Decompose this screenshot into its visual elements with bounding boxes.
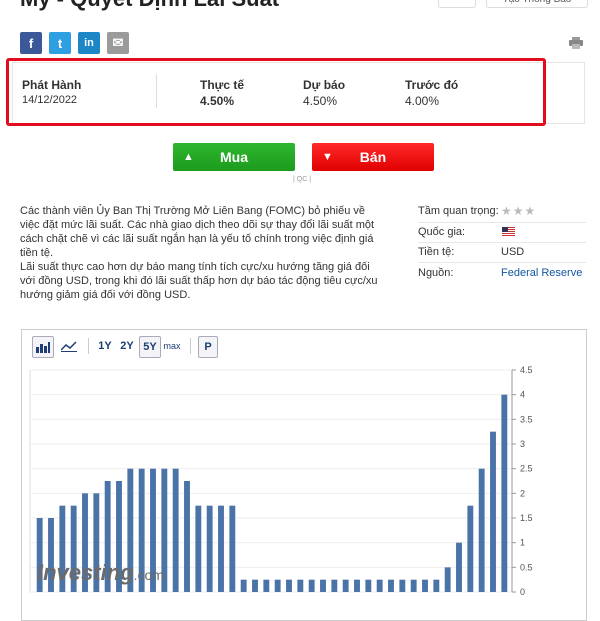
twitter-icon: t [57, 35, 63, 51]
bar[interactable] [195, 505, 202, 592]
sell-label: Bán [359, 149, 387, 165]
linkedin-share-button[interactable]: in [78, 32, 100, 54]
bar[interactable] [263, 579, 270, 592]
range-max-button[interactable]: max [161, 336, 183, 356]
bar[interactable] [286, 579, 292, 592]
y-tick-label: 3.5 [520, 414, 533, 424]
source-label: Nguồn: [418, 267, 454, 279]
create-alert-button[interactable]: Tạo Thông Báo [486, 0, 588, 8]
ad-label: | QC | [293, 176, 312, 183]
linkedin-icon: in [84, 37, 94, 49]
bar[interactable] [206, 505, 213, 592]
us-flag-icon [502, 227, 515, 236]
facebook-icon: f [28, 35, 34, 51]
description-paragraph-2: Lãi suất thực cao hơn dự báo mang tính t… [20, 261, 378, 301]
y-tick-label: 4.5 [520, 365, 533, 375]
bar[interactable] [342, 579, 349, 592]
bar[interactable] [365, 579, 372, 592]
plot-area [29, 369, 513, 593]
bar[interactable] [467, 505, 474, 592]
source-link[interactable]: Federal Reserve [501, 267, 582, 279]
email-icon: ✉ [112, 35, 124, 50]
page-title: Mỹ - Quyết Định Lãi Suất [20, 0, 279, 12]
y-tick-label: 0.5 [520, 562, 533, 572]
bar[interactable] [433, 579, 440, 592]
bar[interactable] [274, 579, 281, 592]
y-tick-label: 1 [520, 538, 525, 548]
add-to-calendar-button[interactable] [438, 0, 476, 8]
bar[interactable] [297, 579, 304, 592]
buy-button[interactable]: ▲ Mua [173, 143, 295, 171]
highlight-frame [6, 58, 546, 126]
p-button[interactable]: P [198, 336, 218, 358]
bar[interactable] [456, 542, 462, 592]
toolbar-separator [88, 338, 89, 354]
bar[interactable] [252, 579, 258, 592]
line-chart-icon [61, 340, 77, 352]
print-icon[interactable] [569, 37, 583, 49]
bar[interactable] [422, 579, 428, 592]
divider [418, 222, 586, 223]
sell-button[interactable]: ▼ Bán [312, 143, 434, 171]
bar-chart-icon [36, 341, 50, 353]
bar[interactable] [444, 567, 451, 592]
bar[interactable] [354, 579, 360, 592]
facebook-share-button[interactable]: f [20, 32, 42, 54]
bar[interactable] [229, 505, 236, 592]
y-tick-label: 3 [520, 439, 525, 449]
y-tick-label: 2 [520, 488, 525, 498]
y-tick-label: 2.5 [520, 464, 533, 474]
bar-chart-type-button[interactable] [32, 336, 54, 358]
bar[interactable] [240, 579, 247, 592]
bar[interactable] [490, 431, 496, 592]
bar[interactable] [218, 505, 224, 592]
description-paragraph-1: Các thành viên Ủy Ban Thị Trường Mở Liên… [20, 205, 375, 259]
bar[interactable] [172, 468, 179, 592]
currency-value: USD [501, 246, 525, 258]
importance-label: Tầm quan trọng: [418, 205, 499, 217]
buy-label: Mua [220, 149, 248, 165]
email-share-button[interactable]: ✉ [107, 32, 129, 54]
bar[interactable] [410, 579, 417, 592]
investing-logo: Investing.com [37, 560, 164, 586]
bar[interactable] [308, 579, 315, 592]
bar[interactable] [184, 481, 190, 592]
range-5y-button[interactable]: 5Y [139, 336, 161, 358]
y-tick-label: 0 [520, 587, 525, 597]
y-tick-label: 1.5 [520, 513, 533, 523]
toolbar-separator [190, 338, 191, 354]
y-tick-label: 4 [520, 390, 525, 400]
divider [418, 262, 586, 263]
arrow-up-icon: ▲ [183, 151, 194, 163]
logo-brand: Investing [37, 560, 134, 585]
bar[interactable] [399, 579, 406, 592]
divider [418, 242, 586, 243]
arrow-down-icon: ▼ [322, 151, 333, 163]
bar[interactable] [331, 579, 338, 592]
twitter-share-button[interactable]: t [49, 32, 71, 54]
bar[interactable] [320, 579, 326, 592]
line-chart-type-button[interactable] [58, 336, 80, 356]
country-label: Quốc gia: [418, 226, 466, 238]
range-1y-button[interactable]: 1Y [95, 336, 115, 356]
currency-label: Tiền tệ: [418, 246, 455, 258]
bar[interactable] [388, 579, 394, 592]
bar[interactable] [501, 394, 508, 592]
importance-stars-icon: ★★★ [501, 204, 537, 218]
logo-suffix: .com [133, 567, 164, 583]
bar[interactable] [376, 579, 383, 592]
bar[interactable] [478, 468, 485, 592]
range-2y-button[interactable]: 2Y [117, 336, 137, 356]
